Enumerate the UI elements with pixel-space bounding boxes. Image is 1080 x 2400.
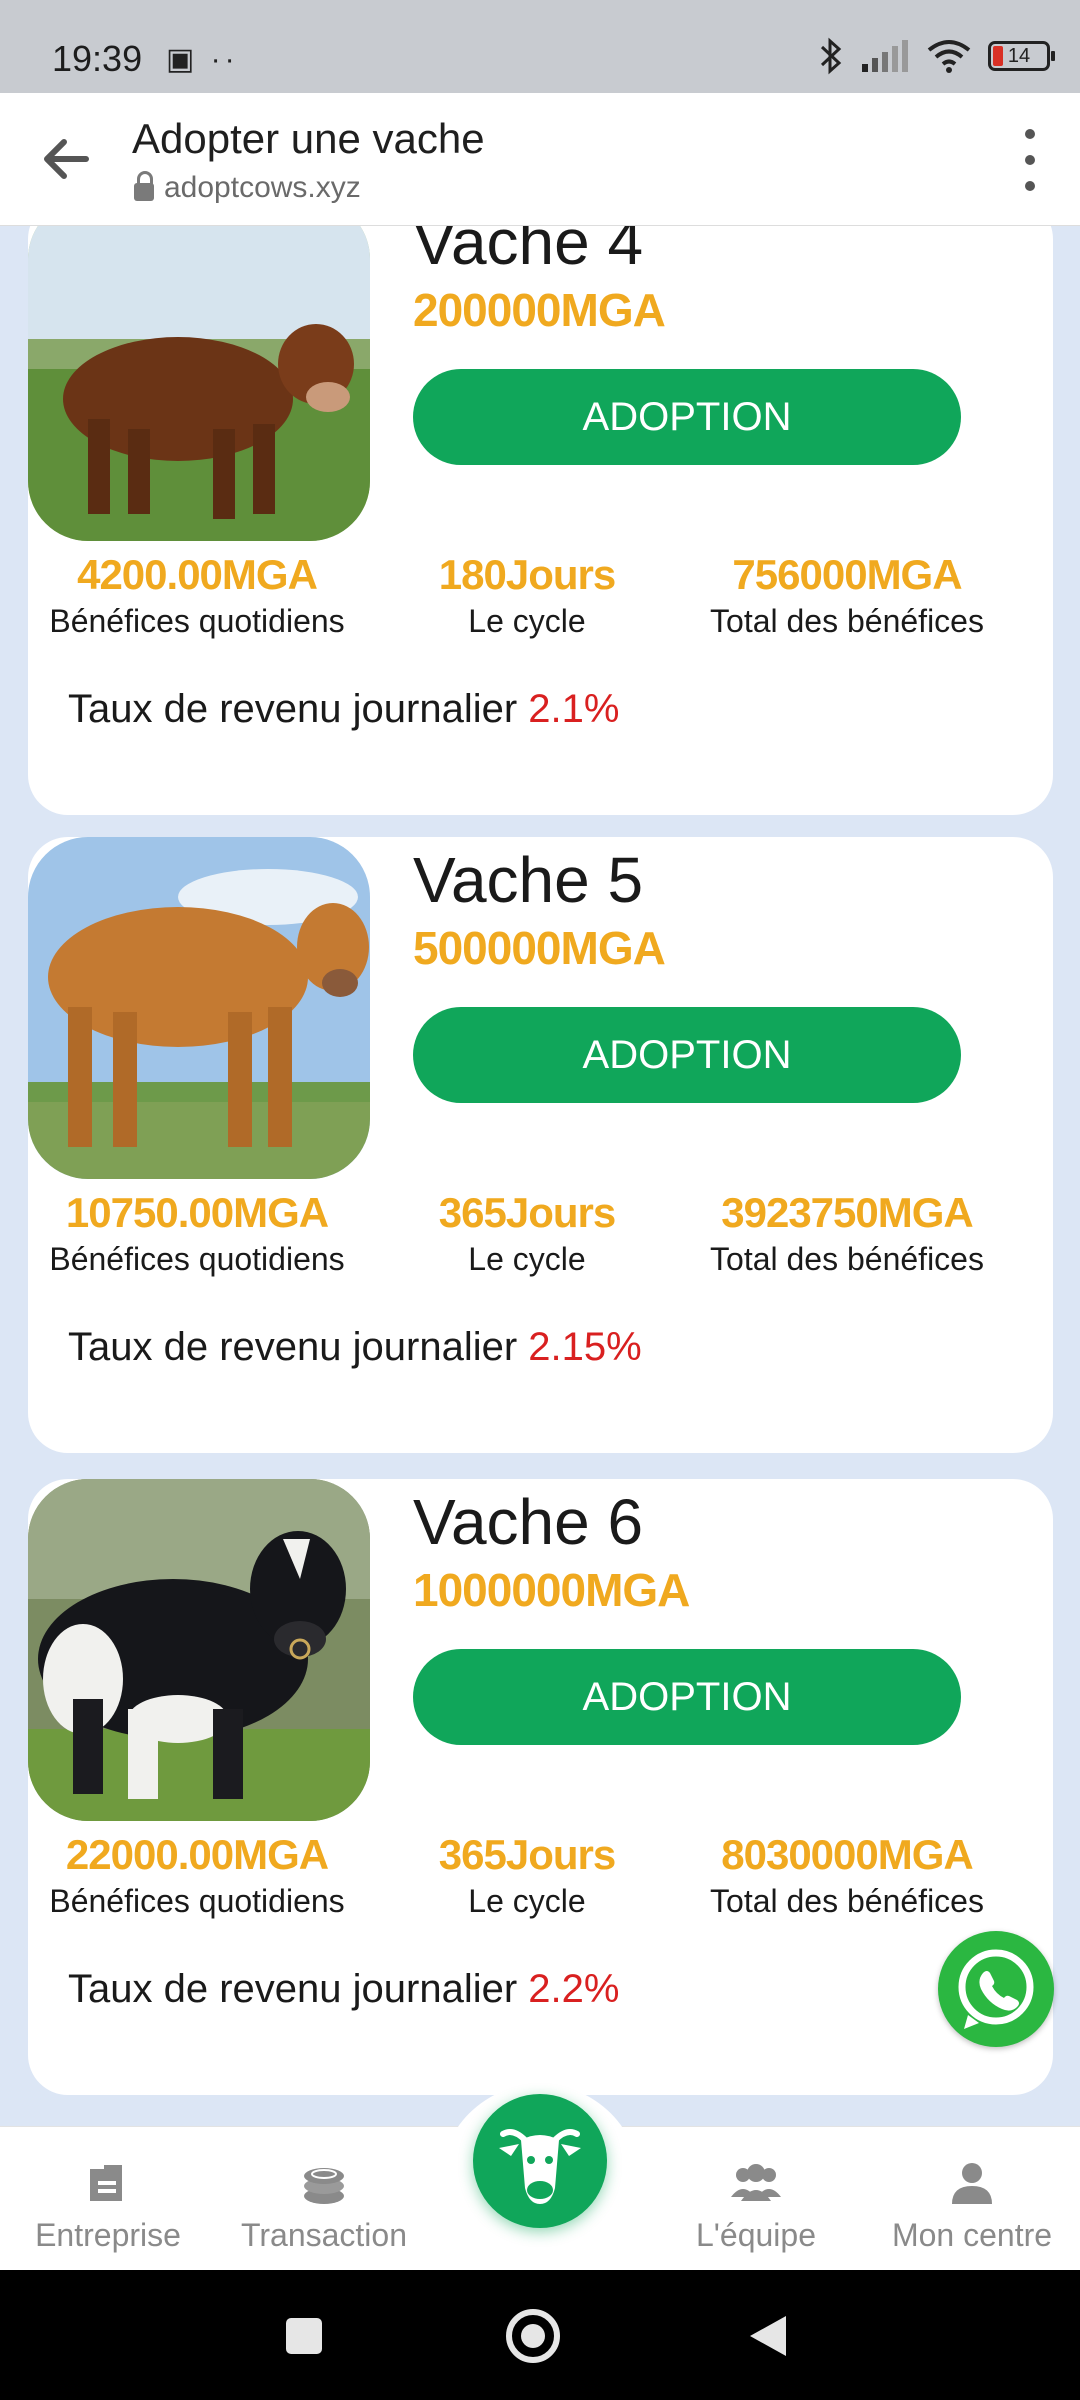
page-title: Adopter une vache	[132, 115, 485, 162]
daily-rate-label: Taux de revenu journalier	[68, 1325, 518, 1369]
daily-profit-label: Bénéfices quotidiens	[49, 1241, 345, 1277]
whatsapp-button[interactable]	[938, 1931, 1054, 2047]
lock-icon	[134, 171, 154, 201]
url-row[interactable]: adoptcows.xyz	[134, 171, 361, 205]
status-time: 19:39	[52, 38, 143, 79]
adoption-button[interactable]: ADOPTION	[413, 1007, 961, 1103]
battery-icon: 14	[988, 41, 1055, 71]
system-nav-bar	[0, 2270, 1080, 2400]
total-profit-label: Total des bénéfices	[710, 1241, 984, 1277]
cow-price: 1000000MGA	[413, 1564, 690, 1616]
total-profit-label: Total des bénéfices	[710, 603, 984, 639]
cycle-stat: 180Jours Le cycle	[366, 551, 688, 640]
daily-profit-value: 10750.00MGA	[65, 1189, 329, 1236]
daily-rate-label: Taux de revenu journalier	[68, 1967, 518, 2011]
tab-label: Entreprise	[35, 2217, 181, 2253]
daily-rate-value: 2.1%	[528, 687, 620, 731]
total-profit-stat: 756000MGA Total des bénéfices	[688, 551, 1006, 640]
notification-icons: ▣ ··	[166, 43, 239, 76]
status-bar: 19:39 ▣ ·· 14	[0, 0, 1080, 93]
daily-rate: Taux de revenu journalier 2.2%	[68, 1967, 619, 2012]
daily-profit-stat: 22000.00MGA Bénéfices quotidiens	[28, 1831, 366, 1920]
back-triangle-icon[interactable]	[744, 2312, 792, 2360]
document-icon	[90, 2165, 122, 2201]
total-profit-stat: 8030000MGA Total des bénéfices	[688, 1831, 1006, 1920]
person-icon	[952, 2163, 992, 2204]
cow-head-icon	[499, 2129, 581, 2204]
daily-rate: Taux de revenu journalier 2.1%	[68, 687, 619, 732]
cow-stats: 10750.00MGA Bénéfices quotidiens 365Jour…	[28, 1189, 1053, 1278]
cow-photo	[28, 1479, 370, 1821]
tab-label: Mon centre	[891, 2217, 1053, 2253]
tab-label: L'équipe	[696, 2217, 816, 2253]
cycle-label: Le cycle	[468, 1241, 586, 1277]
browser-toolbar: Adopter une vache adoptcows.xyz	[0, 93, 1080, 226]
daily-profit-value: 4200.00MGA	[77, 551, 318, 598]
cow-name: Vache 5	[413, 844, 644, 916]
adoption-button[interactable]: ADOPTION	[413, 1649, 961, 1745]
daily-profit-stat: 4200.00MGA Bénéfices quotidiens	[28, 551, 366, 640]
adoption-button[interactable]: ADOPTION	[413, 369, 961, 465]
cow-stats: 4200.00MGA Bénéfices quotidiens 180Jours…	[28, 551, 1053, 640]
cow-price: 500000MGA	[413, 922, 666, 974]
coins-icon	[304, 2168, 344, 2204]
daily-profit-value: 22000.00MGA	[65, 1831, 329, 1878]
more-menu-icon[interactable]	[1000, 129, 1060, 191]
tab-transaction[interactable]: Transaction	[216, 2155, 432, 2254]
cycle-value: 365Jours	[438, 1189, 616, 1236]
cow-name: Vache 6	[413, 1486, 644, 1558]
total-profit-value: 3923750MGA	[721, 1189, 974, 1236]
page-url: adoptcows.xyz	[164, 171, 361, 204]
cow-photo	[28, 226, 370, 541]
signal-icon	[862, 40, 908, 72]
cow-name: Vache 4	[413, 226, 644, 278]
cycle-value: 180Jours	[438, 551, 616, 598]
cow-stats: 22000.00MGA Bénéfices quotidiens 365Jour…	[28, 1831, 1053, 1920]
tab-label: Transaction	[241, 2217, 407, 2253]
total-profit-stat: 3923750MGA Total des bénéfices	[688, 1189, 1006, 1278]
tab-entreprise[interactable]: Entreprise	[0, 2155, 216, 2254]
total-profit-label: Total des bénéfices	[710, 1883, 984, 1919]
daily-rate-value: 2.15%	[528, 1325, 642, 1369]
daily-rate-value: 2.2%	[528, 1967, 620, 2011]
cow-price: 200000MGA	[413, 284, 666, 336]
total-profit-value: 8030000MGA	[721, 1831, 974, 1878]
daily-rate: Taux de revenu journalier 2.15%	[68, 1325, 642, 1370]
team-icon	[731, 2164, 781, 2201]
total-profit-value: 756000MGA	[732, 551, 962, 598]
cow-photo	[28, 837, 370, 1179]
daily-profit-label: Bénéfices quotidiens	[49, 603, 345, 639]
battery-level: 14	[1007, 44, 1031, 67]
cycle-label: Le cycle	[468, 1883, 586, 1919]
tab-equipe[interactable]: L'équipe	[648, 2155, 864, 2254]
tab-mon-centre[interactable]: Mon centre	[864, 2155, 1080, 2254]
recents-icon[interactable]	[280, 2312, 328, 2360]
daily-profit-label: Bénéfices quotidiens	[49, 1883, 345, 1919]
whatsapp-icon	[958, 1949, 1034, 2029]
cycle-stat: 365Jours Le cycle	[366, 1831, 688, 1920]
cow-card: Vache 6 1000000MGA ADOPTION 22000.00MGA …	[28, 1479, 1053, 2095]
status-right-icons: 14	[818, 36, 1055, 76]
cycle-label: Le cycle	[468, 603, 586, 639]
center-cow-tab[interactable]	[473, 2094, 607, 2228]
home-icon[interactable]	[505, 2308, 561, 2364]
daily-rate-label: Taux de revenu journalier	[68, 687, 518, 731]
cow-list[interactable]: Vache 4 200000MGA ADOPTION 4200.00MGA Bé…	[0, 226, 1080, 2126]
cycle-stat: 365Jours Le cycle	[366, 1189, 688, 1278]
bluetooth-icon	[820, 37, 842, 75]
cow-card: Vache 5 500000MGA ADOPTION 10750.00MGA B…	[28, 837, 1053, 1453]
cycle-value: 365Jours	[438, 1831, 616, 1878]
back-arrow-icon[interactable]	[36, 129, 96, 189]
daily-profit-stat: 10750.00MGA Bénéfices quotidiens	[28, 1189, 366, 1278]
wifi-icon	[927, 40, 971, 73]
cow-card: Vache 4 200000MGA ADOPTION 4200.00MGA Bé…	[28, 226, 1053, 815]
